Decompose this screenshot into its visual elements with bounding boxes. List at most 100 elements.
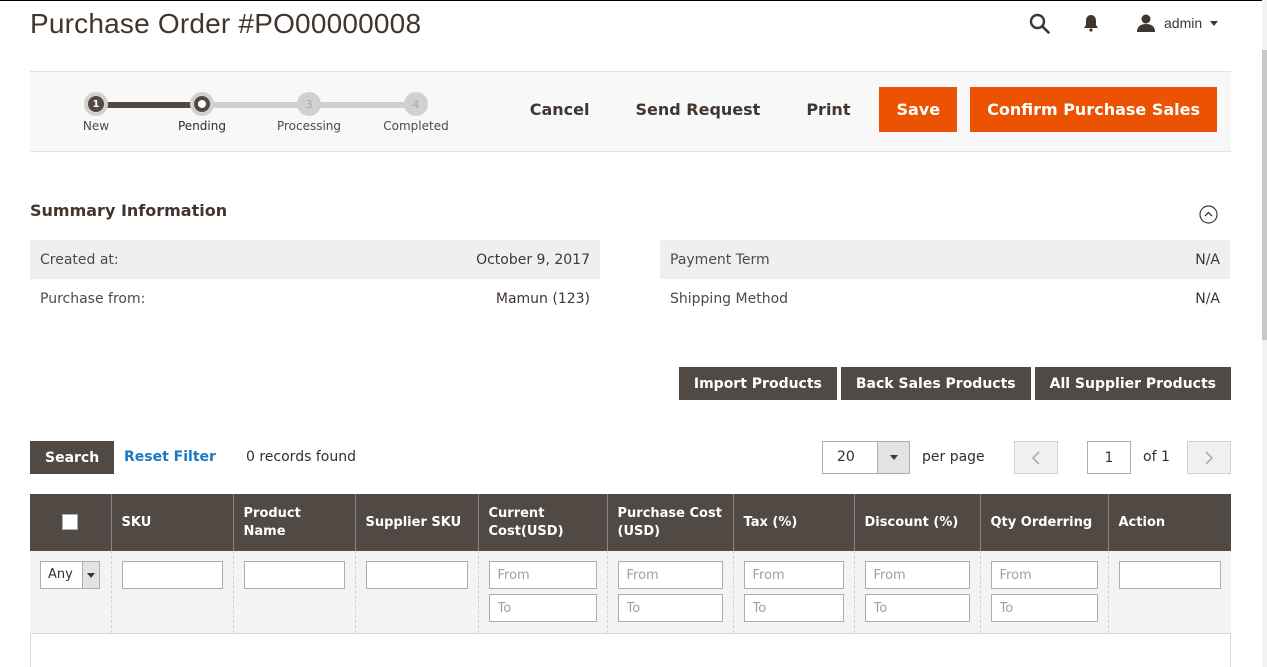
supplier-sku-filter-input[interactable]	[365, 561, 468, 589]
qty-ordering-to-input[interactable]	[990, 594, 1098, 622]
step-pending: Pending	[157, 92, 247, 133]
tax-to-input[interactable]	[743, 594, 844, 622]
column-purchase-cost[interactable]: Purchase Cost (USD)	[606, 494, 733, 551]
current-cost-to-input[interactable]	[488, 594, 597, 622]
previous-page-button[interactable]	[1014, 441, 1058, 474]
filter-cell-action	[1107, 551, 1231, 633]
collapse-chevron-up-icon[interactable]	[1199, 205, 1218, 224]
confirm-purchase-sales-button[interactable]: Confirm Purchase Sales	[970, 87, 1217, 132]
purchase-cost-to-input[interactable]	[617, 594, 723, 622]
filter-cell-select: Any	[30, 551, 111, 633]
filter-cell-current-cost	[477, 551, 607, 633]
summary-value: N/A	[1195, 251, 1220, 268]
filter-cell-tax	[732, 551, 854, 633]
summary-left-table: Created at: October 9, 2017 Purchase fro…	[30, 240, 600, 318]
filter-cell-sku	[110, 551, 233, 633]
filter-cell-qty-ordering	[979, 551, 1108, 633]
step-label: Pending	[178, 119, 226, 133]
chevron-left-icon	[1031, 450, 1040, 465]
filter-cell-discount	[853, 551, 980, 633]
summary-value: Mamun (123)	[495, 290, 590, 307]
summary-row-payment-term: Payment Term N/A	[660, 240, 1230, 279]
current-cost-from-input[interactable]	[488, 561, 597, 589]
step-label: Completed	[383, 119, 449, 133]
step-processing: 3 Processing	[264, 92, 354, 133]
next-page-button[interactable]	[1187, 441, 1231, 474]
window-top-border	[0, 0, 1267, 1]
discount-from-input[interactable]	[864, 561, 970, 589]
column-action: Action	[1107, 494, 1231, 551]
per-page-dropdown-toggle[interactable]	[877, 442, 909, 473]
column-current-cost[interactable]: Current Cost(USD)	[477, 494, 607, 551]
discount-to-input[interactable]	[864, 594, 970, 622]
column-sku[interactable]: SKU	[110, 494, 233, 551]
back-sales-products-button[interactable]: Back Sales Products	[840, 367, 1031, 400]
column-product-name[interactable]: Product Name	[232, 494, 355, 551]
summary-value: October 9, 2017	[476, 251, 590, 268]
page-scrollbar[interactable]	[1262, 0, 1267, 667]
column-qty-ordering[interactable]: Qty Orderring	[979, 494, 1108, 551]
search-icon[interactable]	[1028, 11, 1050, 35]
header-actions: admin	[1028, 10, 1219, 36]
all-supplier-products-button[interactable]: All Supplier Products	[1034, 367, 1231, 400]
bell-icon[interactable]	[1080, 11, 1102, 35]
chevron-right-icon	[1205, 450, 1214, 465]
cancel-button[interactable]: Cancel	[507, 87, 613, 132]
step-marker: 4	[404, 92, 428, 116]
page-title: Purchase Order #PO00000008	[30, 8, 422, 39]
summary-right-table: Payment Term N/A Shipping Method N/A	[660, 240, 1230, 318]
chevron-down-icon	[889, 455, 898, 460]
save-button[interactable]: Save	[879, 87, 958, 132]
product-name-filter-input[interactable]	[243, 561, 345, 589]
selection-filter-value: Any	[48, 567, 73, 582]
summary-value: N/A	[1195, 290, 1220, 307]
filter-cell-purchase-cost	[606, 551, 733, 633]
step-label: New	[82, 119, 110, 133]
selection-filter-select[interactable]: Any	[40, 561, 100, 589]
summary-label: Shipping Method	[670, 290, 789, 307]
products-grid: SKU Product Name Supplier SKU Current Co…	[30, 494, 1231, 634]
chevron-down-icon	[1210, 20, 1219, 26]
sku-filter-input[interactable]	[121, 561, 223, 589]
scrollbar-thumb[interactable]	[1262, 50, 1267, 340]
send-request-button[interactable]: Send Request	[613, 87, 784, 132]
summary-section-title: Summary Information	[30, 201, 228, 220]
action-buttons: Cancel Send Request Print Save Confirm P…	[507, 87, 1217, 132]
step-marker	[190, 92, 214, 116]
chevron-down-icon	[87, 572, 95, 578]
column-discount[interactable]: Discount (%)	[853, 494, 980, 551]
selection-filter-toggle[interactable]	[82, 562, 99, 588]
action-filter-input[interactable]	[1118, 561, 1221, 589]
purchase-cost-from-input[interactable]	[617, 561, 723, 589]
per-page-select[interactable]: 20	[822, 441, 910, 474]
tax-from-input[interactable]	[743, 561, 844, 589]
summary-label: Payment Term	[670, 251, 770, 268]
user-menu[interactable]: admin	[1136, 14, 1219, 32]
column-supplier-sku[interactable]: Supplier SKU	[354, 494, 478, 551]
step-new: 1 New	[51, 92, 141, 133]
summary-row-shipping-method: Shipping Method N/A	[660, 279, 1230, 318]
grid-filter-row: Any	[30, 551, 1231, 633]
grid-toolbar: Search Reset Filter 0 records found 20 p…	[30, 441, 1231, 474]
page-actions-bar: 1 New Pending 3 Processing 4 Completed C…	[30, 71, 1231, 152]
total-pages-label: of 1	[1143, 449, 1170, 465]
step-marker: 3	[297, 92, 321, 116]
grid-header-row: SKU Product Name Supplier SKU Current Co…	[30, 494, 1231, 551]
search-button[interactable]: Search	[30, 441, 115, 474]
select-all-column	[30, 494, 111, 551]
select-all-checkbox[interactable]	[62, 514, 79, 530]
column-tax[interactable]: Tax (%)	[732, 494, 854, 551]
order-progress-steps: 1 New Pending 3 Processing 4 Completed	[80, 92, 460, 142]
per-page-value: 20	[837, 449, 855, 465]
per-page-label: per page	[922, 449, 985, 465]
user-name: admin	[1164, 15, 1203, 31]
summary-row-created-at: Created at: October 9, 2017	[30, 240, 600, 279]
step-completed: 4 Completed	[371, 92, 461, 133]
reset-filter-link[interactable]: Reset Filter	[124, 449, 216, 465]
summary-label: Purchase from:	[40, 290, 146, 307]
summary-label: Created at:	[40, 251, 119, 268]
qty-ordering-from-input[interactable]	[990, 561, 1098, 589]
import-products-button[interactable]: Import Products	[678, 367, 837, 400]
page-number-input[interactable]	[1087, 441, 1131, 474]
print-button[interactable]: Print	[783, 87, 873, 132]
